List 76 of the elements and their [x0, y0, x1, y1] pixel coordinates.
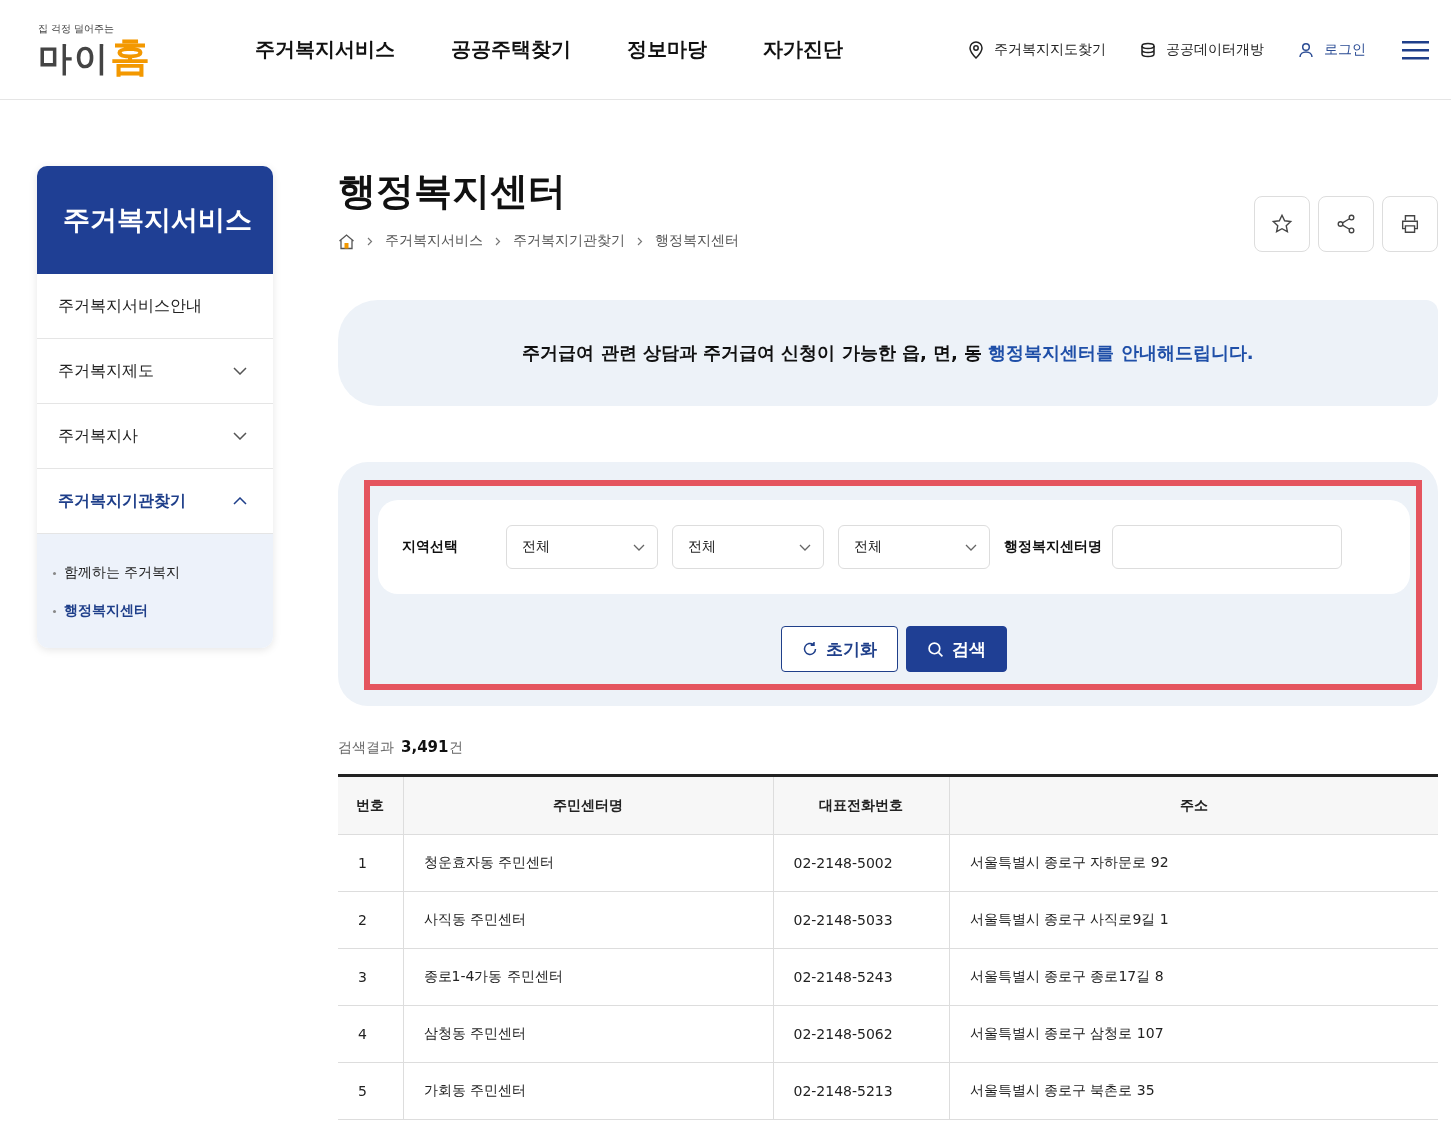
column-header: 대표전화번호	[773, 775, 949, 835]
table-cell: 02-2148-5062	[773, 1005, 949, 1063]
side-menu-item[interactable]: 주거복지서비스안내	[37, 274, 273, 339]
side-menu-item[interactable]: 주거복지제도	[37, 339, 273, 404]
reset-button[interactable]: 초기화	[781, 626, 898, 672]
result-count: 3,491	[401, 738, 449, 756]
printer-icon	[1399, 213, 1421, 235]
chevron-icon	[633, 543, 645, 551]
user-icon	[1298, 41, 1314, 58]
submenu-link[interactable]: 행정복지센터	[53, 592, 257, 630]
breadcrumb-link[interactable]: 주거복지서비스	[385, 232, 483, 250]
submenu-link[interactable]: 함께하는 주거복지	[53, 554, 257, 592]
nav-link[interactable]: 정보마당	[627, 36, 707, 63]
search-icon	[927, 640, 944, 658]
chevron-icon	[965, 543, 977, 551]
table-cell: 가회동 주민센터	[403, 1062, 773, 1120]
table-cell: 사직동 주민센터	[403, 891, 773, 949]
chevron-icon	[233, 367, 247, 375]
region-dropdown[interactable]: 전체	[506, 525, 658, 569]
column-header: 번호	[338, 775, 403, 835]
utility-link[interactable]: 공공데이터개방	[1166, 40, 1264, 59]
breadcrumb-link[interactable]: 행정복지센터	[655, 232, 739, 250]
table-cell: 서울특별시 종로구 사직로9길 1	[949, 891, 1438, 949]
result-label: 검색결과	[338, 739, 394, 757]
nav-link[interactable]: 자가진단	[763, 36, 843, 63]
center-name-field[interactable]	[1112, 525, 1342, 569]
column-header: 주소	[949, 775, 1438, 835]
utility-link[interactable]: 로그인	[1324, 40, 1366, 59]
table-cell: 종로1-4가동 주민센터	[403, 948, 773, 1006]
share-button[interactable]	[1318, 196, 1374, 252]
table-cell: 서울특별시 종로구 삼청로 107	[949, 1005, 1438, 1063]
chevron-icon	[233, 432, 247, 440]
search-button[interactable]: 검색	[906, 626, 1007, 672]
field-label: 지역선택	[402, 538, 459, 556]
side-menu-title: 주거복지서비스	[37, 166, 273, 274]
region-dropdown[interactable]: 전체	[672, 525, 824, 569]
breadcrumb-separator	[637, 236, 643, 246]
table-cell: 2	[338, 891, 403, 949]
notice-text: 주거급여 관련 상담과 주거급여 신청이 가능한 읍, 면, 동 행정복지센터를 안내해드립니다.	[522, 341, 1254, 365]
home-icon[interactable]	[338, 232, 355, 250]
breadcrumb-link[interactable]: 주거복지기관찾기	[513, 232, 625, 250]
table-cell: 서울특별시 종로구 종로17길 8	[949, 948, 1438, 1006]
database-icon	[1140, 41, 1156, 58]
star-icon	[1271, 213, 1293, 235]
table-cell: 3	[338, 948, 403, 1006]
location-pin-icon	[968, 40, 984, 59]
table-cell: 02-2148-5033	[773, 891, 949, 949]
refresh-icon	[802, 641, 818, 657]
menu-icon[interactable]	[1402, 39, 1429, 60]
table-cell: 5	[338, 1062, 403, 1120]
favorite-button[interactable]	[1254, 196, 1310, 252]
side-menu-item[interactable]: 주거복지사	[37, 404, 273, 469]
share-icon	[1335, 213, 1357, 235]
table-cell: 삼청동 주민센터	[403, 1005, 773, 1063]
table-cell: 4	[338, 1005, 403, 1063]
chevron-icon	[233, 497, 247, 505]
utility-link[interactable]: 주거복지지도찾기	[994, 40, 1106, 59]
nav-link[interactable]: 주거복지서비스	[255, 36, 395, 63]
region-dropdown[interactable]: 전체	[838, 525, 990, 569]
table-cell: 02-2148-5243	[773, 948, 949, 1006]
page-title: 행정복지센터	[338, 168, 567, 214]
table-cell: 02-2148-5002	[773, 834, 949, 892]
chevron-icon	[799, 543, 811, 551]
site-logo[interactable]: 집 걱정 덜어주는 마이 홈	[38, 23, 173, 76]
table-cell: 서울특별시 종로구 자하문로 92	[949, 834, 1438, 892]
table-cell: 02-2148-5213	[773, 1062, 949, 1120]
table-cell: 청운효자동 주민센터	[403, 834, 773, 892]
field-label: 행정복지센터명	[1004, 538, 1102, 556]
breadcrumb-separator	[367, 236, 373, 246]
column-header: 주민센터명	[403, 775, 773, 835]
nav-link[interactable]: 공공주택찾기	[451, 36, 571, 63]
print-button[interactable]	[1382, 196, 1438, 252]
result-unit: 건	[449, 739, 464, 757]
breadcrumb-separator	[495, 236, 501, 246]
table-cell: 서울특별시 종로구 북촌로 35	[949, 1062, 1438, 1120]
table-cell: 1	[338, 834, 403, 892]
